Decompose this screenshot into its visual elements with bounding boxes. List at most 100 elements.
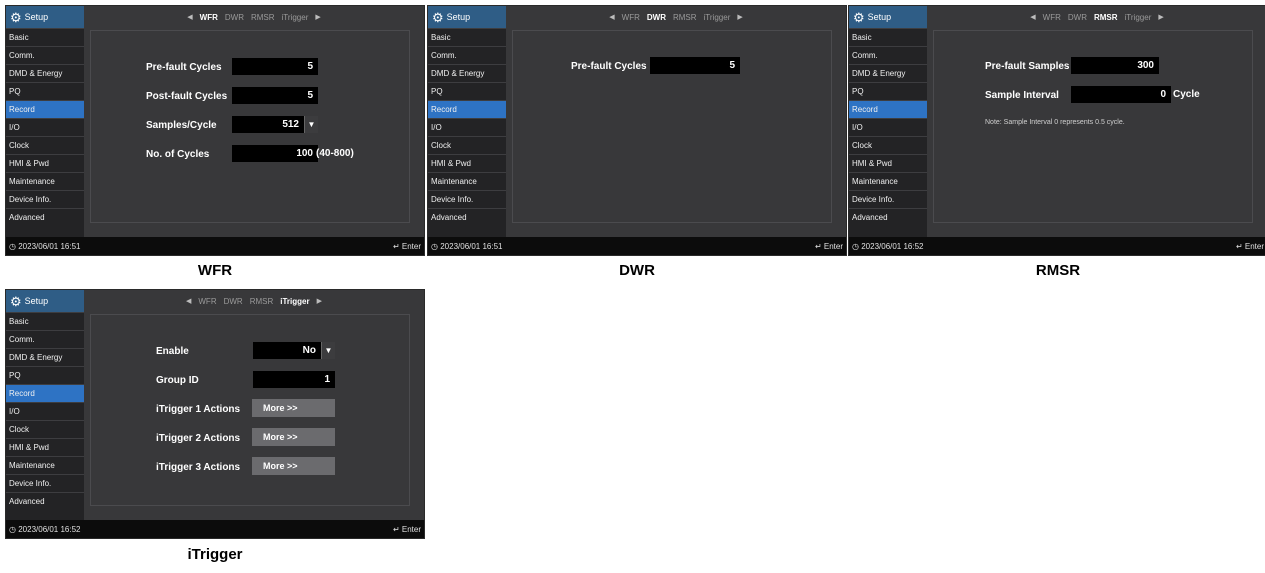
sidebar-item-advanced[interactable]: Advanced [6,492,84,510]
enter-button[interactable]: ↵ Enter [1236,242,1264,251]
prefault-cycles-field[interactable]: 5 [650,57,740,74]
sidebar-item-maintenance[interactable]: Maintenance [849,172,927,190]
tab-dwr[interactable]: DWR [1068,13,1087,22]
right-arrow-icon[interactable]: ▶ [1158,13,1163,21]
sidebar-item-pq[interactable]: PQ [428,82,506,100]
sidebar-item-hmi-pwd[interactable]: HMI & Pwd [849,154,927,172]
settings-area [90,314,410,506]
postfault-cycles-field[interactable]: 5 [232,87,318,104]
tab-wfr[interactable]: WFR [1043,13,1061,22]
sidebar-item-hmi-pwd[interactable]: HMI & Pwd [428,154,506,172]
dropdown-arrow-icon[interactable]: ▼ [304,116,318,133]
left-arrow-icon[interactable]: ◀ [187,13,192,21]
sidebar-item-device-info[interactable]: Device Info. [428,190,506,208]
prefault-cycles-label: Pre-fault Cycles [571,61,647,72]
sidebar-item-io[interactable]: I/O [6,118,84,136]
prefault-cycles-label: Pre-fault Cycles [146,62,222,73]
left-arrow-icon[interactable]: ◀ [609,13,614,21]
sidebar-item-clock[interactable]: Clock [6,136,84,154]
sidebar-item-dmd-energy[interactable]: DMD & Energy [849,64,927,82]
sidebar-item-device-info[interactable]: Device Info. [6,474,84,492]
tab-wfr[interactable]: WFR [198,297,216,306]
sidebar-item-basic[interactable]: Basic [849,28,927,46]
sidebar-item-dmd-energy[interactable]: DMD & Energy [428,64,506,82]
sidebar-item-basic[interactable]: Basic [6,312,84,330]
caption-wfr: WFR [197,262,233,279]
sidebar-item-comm[interactable]: Comm. [428,46,506,64]
sidebar-item-basic[interactable]: Basic [6,28,84,46]
sidebar-item-basic[interactable]: Basic [428,28,506,46]
sample-interval-field[interactable]: 0 [1071,86,1171,103]
sidebar-item-record[interactable]: Record [428,100,506,118]
tab-wfr[interactable]: WFR [200,13,218,22]
sidebar-item-hmi-pwd[interactable]: HMI & Pwd [6,438,84,456]
sidebar-item-comm[interactable]: Comm. [6,46,84,64]
tab-rmsr[interactable]: RMSR [1094,13,1118,22]
sidebar-item-pq[interactable]: PQ [849,82,927,100]
dropdown-arrow-icon[interactable]: ▼ [321,342,335,359]
clock-icon: ◷ [431,241,438,251]
sidebar-item-maintenance[interactable]: Maintenance [428,172,506,190]
sidebar-item-comm[interactable]: Comm. [849,46,927,64]
sidebar-item-advanced[interactable]: Advanced [428,208,506,226]
itrigger-1-more-button[interactable]: More >> [252,399,335,417]
sidebar-item-record[interactable]: Record [849,100,927,118]
sidebar-item-io[interactable]: I/O [849,118,927,136]
sidebar-item-pq[interactable]: PQ [6,366,84,384]
tab-dwr[interactable]: DWR [225,13,244,22]
status-bar: ◷ 2023/06/01 16:51 ↵ Enter [6,237,424,255]
tab-rmsr[interactable]: RMSR [673,13,697,22]
enter-button[interactable]: ↵ Enter [815,242,843,251]
prefault-samples-field[interactable]: 300 [1071,57,1159,74]
gear-icon: ⚙ [10,293,22,309]
sidebar-item-advanced[interactable]: Advanced [6,208,84,226]
sidebar-item-clock[interactable]: Clock [428,136,506,154]
left-arrow-icon[interactable]: ◀ [186,297,191,305]
no-of-cycles-label: No. of Cycles [146,149,210,160]
right-arrow-icon[interactable]: ▶ [737,13,742,21]
group-id-field[interactable]: 1 [253,371,335,388]
tab-bar: ◀ WFR DWR RMSR iTrigger ▶ [84,290,424,312]
tab-rmsr[interactable]: RMSR [250,297,274,306]
postfault-cycles-label: Post-fault Cycles [146,91,228,102]
datetime: ◷ 2023/06/01 16:52 [852,241,924,251]
sidebar-item-clock[interactable]: Clock [849,136,927,154]
enter-button[interactable]: ↵ Enter [393,525,421,534]
sidebar-item-record[interactable]: Record [6,384,84,402]
prefault-cycles-field[interactable]: 5 [232,58,318,75]
sidebar-item-maintenance[interactable]: Maintenance [6,456,84,474]
itrigger-3-more-button[interactable]: More >> [252,457,335,475]
sidebar-item-record[interactable]: Record [6,100,84,118]
sidebar-item-pq[interactable]: PQ [6,82,84,100]
sidebar-item-clock[interactable]: Clock [6,420,84,438]
tab-itrigger[interactable]: iTrigger [280,297,309,306]
sidebar-item-device-info[interactable]: Device Info. [6,190,84,208]
itrigger-1-actions-label: iTrigger 1 Actions [156,404,241,415]
right-arrow-icon[interactable]: ▶ [315,13,320,21]
right-arrow-icon[interactable]: ▶ [317,297,322,305]
enable-select[interactable]: No [253,342,321,359]
enter-button[interactable]: ↵ Enter [393,242,421,251]
no-of-cycles-field[interactable]: 100 [232,145,318,162]
tab-itrigger[interactable]: iTrigger [282,13,309,22]
tab-dwr[interactable]: DWR [224,297,243,306]
itrigger-2-more-button[interactable]: More >> [252,428,335,446]
status-bar: ◷ 2023/06/01 16:52 ↵ Enter [849,237,1265,255]
sidebar-item-maintenance[interactable]: Maintenance [6,172,84,190]
left-arrow-icon[interactable]: ◀ [1030,13,1035,21]
sidebar-item-hmi-pwd[interactable]: HMI & Pwd [6,154,84,172]
sidebar-item-advanced[interactable]: Advanced [849,208,927,226]
tab-rmsr[interactable]: RMSR [251,13,275,22]
sidebar-item-io[interactable]: I/O [428,118,506,136]
tab-dwr[interactable]: DWR [647,13,666,22]
sidebar-item-comm[interactable]: Comm. [6,330,84,348]
sidebar-item-dmd-energy[interactable]: DMD & Energy [6,348,84,366]
sidebar-item-dmd-energy[interactable]: DMD & Energy [6,64,84,82]
samples-per-cycle-select[interactable]: 512 [232,116,304,133]
sidebar-item-io[interactable]: I/O [6,402,84,420]
tab-itrigger[interactable]: iTrigger [1125,13,1152,22]
tab-wfr[interactable]: WFR [622,13,640,22]
tab-itrigger[interactable]: iTrigger [704,13,731,22]
sidebar-item-device-info[interactable]: Device Info. [849,190,927,208]
itrigger-3-actions-label: iTrigger 3 Actions [156,462,241,473]
